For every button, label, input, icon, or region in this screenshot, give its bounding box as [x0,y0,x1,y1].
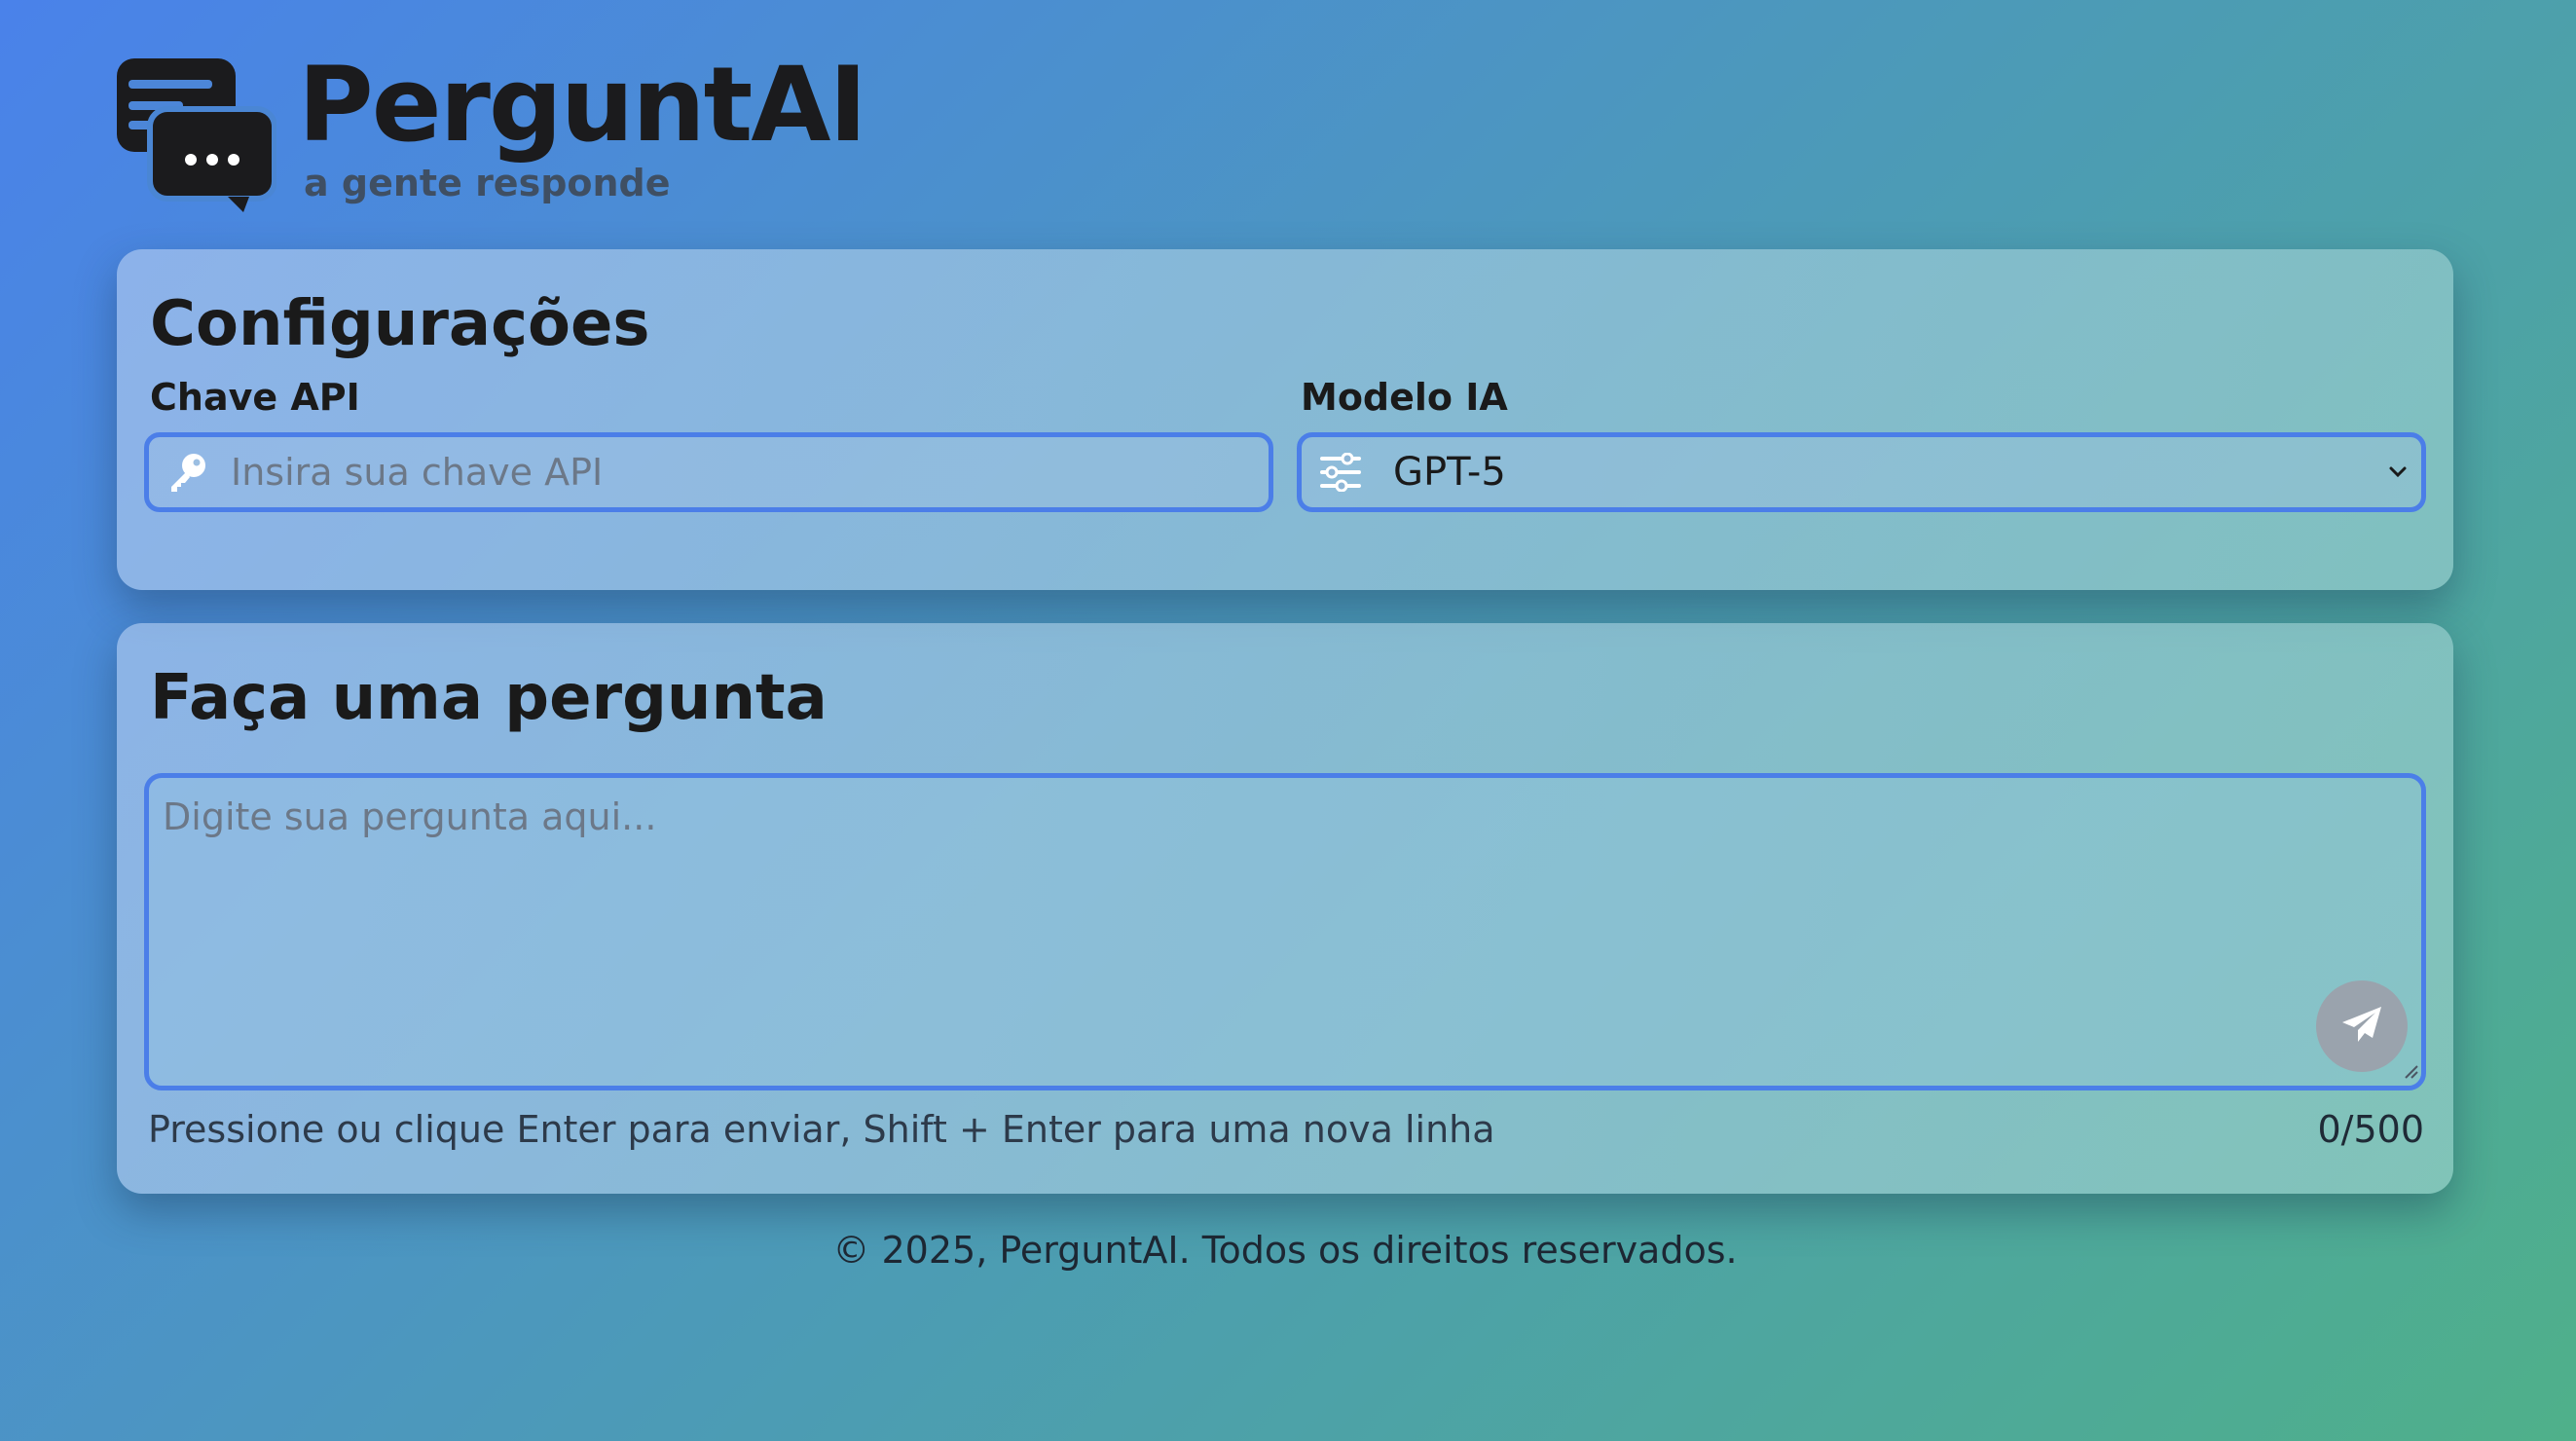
send-button[interactable] [2316,980,2408,1072]
settings-card: Configurações Chave API Insira sua chave… [117,249,2453,590]
model-selected-value: GPT-5 [1393,450,1506,495]
settings-title: Configurações [150,288,650,360]
app-title: PerguntAI [298,45,867,165]
key-icon [165,449,211,496]
send-hint: Pressione ou clique Enter para enviar, S… [148,1108,1495,1151]
question-placeholder: Digite sua pergunta aqui... [163,795,657,838]
question-textarea[interactable]: Digite sua pergunta aqui... [144,773,2426,1090]
footer-copyright: © 2025, PerguntAI. Todos os direitos res… [832,1229,1738,1272]
model-select[interactable]: GPT-5 [1297,432,2426,512]
char-counter: 0/500 [2317,1108,2424,1151]
paper-plane-icon [2340,1005,2383,1048]
chevron-down-icon [2388,464,2408,483]
resize-handle-icon[interactable] [2402,1062,2419,1084]
api-key-label: Chave API [150,376,360,419]
chat-bubbles-icon [115,56,276,214]
sliders-icon [1317,449,1364,496]
question-title: Faça uma pergunta [150,662,828,734]
model-label: Modelo IA [1301,376,1508,419]
api-key-input[interactable]: Insira sua chave API [144,432,1273,512]
app-header: PerguntAI a gente responde [115,48,867,214]
question-card: Faça uma pergunta Digite sua pergunta aq… [117,623,2453,1194]
api-key-placeholder: Insira sua chave API [231,451,604,494]
app-subtitle: a gente responde [304,162,671,204]
